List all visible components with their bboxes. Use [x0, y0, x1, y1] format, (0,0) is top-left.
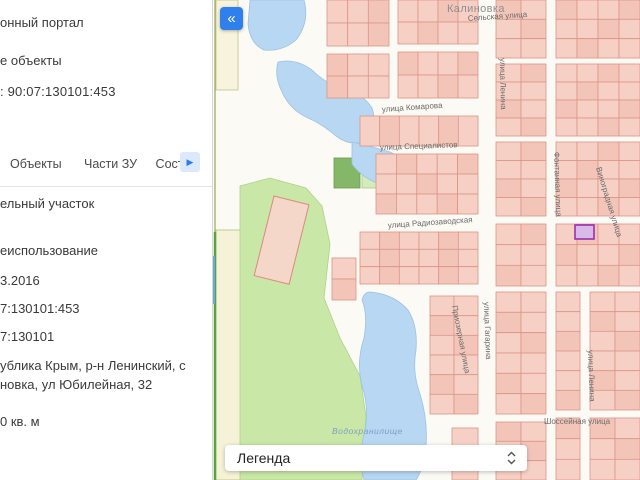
legend-dropdown[interactable]: Легенда [225, 445, 527, 471]
legend-label: Легенда [237, 450, 291, 466]
field-area: 0 кв. м [0, 414, 40, 429]
object-heading: : 90:07:130101:453 [0, 84, 116, 99]
farm-field [215, 229, 244, 480]
field-land-use: еиспользование [0, 243, 99, 258]
tab-objects[interactable]: Объекты [10, 157, 62, 171]
tab-scroll-right-button[interactable]: ▶ [180, 152, 200, 172]
field-address-line1: ублика Крым, р-н Ленинский, с [0, 358, 186, 373]
street-label-shosseynaya: Шоссейная улица [544, 417, 611, 426]
tabs-row: Объекты Части ЗУ Соста ▶ [0, 152, 212, 179]
field-cadastral-number: 7:130101:453 [0, 301, 80, 316]
collapse-panel-button[interactable]: « [220, 7, 243, 30]
arrow-right-icon: ▶ [186, 157, 194, 167]
selected-parcel[interactable] [574, 224, 595, 240]
reservoir-label: Водохранилище [332, 426, 403, 436]
field-cadastral-quarter: 7:130101 [0, 329, 55, 344]
objects-link[interactable]: е объекты [0, 53, 62, 68]
field-date: 3.2016 [0, 273, 40, 288]
portal-title: онный портал [0, 15, 84, 30]
map-canvas[interactable]: Калиновка Сельская улица улица Ленина ул… [212, 0, 640, 480]
panel-divider [0, 186, 212, 187]
info-panel: онный портал е объекты : 90:07:130101:45… [0, 0, 213, 480]
field-object-type: ельный участок [0, 196, 95, 211]
tab-parts[interactable]: Части ЗУ [84, 157, 137, 171]
legend-expand-icon [506, 450, 517, 466]
collapse-icon: « [227, 9, 236, 27]
street-label-lenina2: улица Ленина [586, 350, 597, 403]
street-label-lenina: улица Ленина [498, 58, 508, 110]
field-address-line2: новка, ул Юбилейная, 32 [0, 377, 153, 392]
map-svg: Калиновка Сельская улица улица Ленина ул… [212, 0, 640, 480]
